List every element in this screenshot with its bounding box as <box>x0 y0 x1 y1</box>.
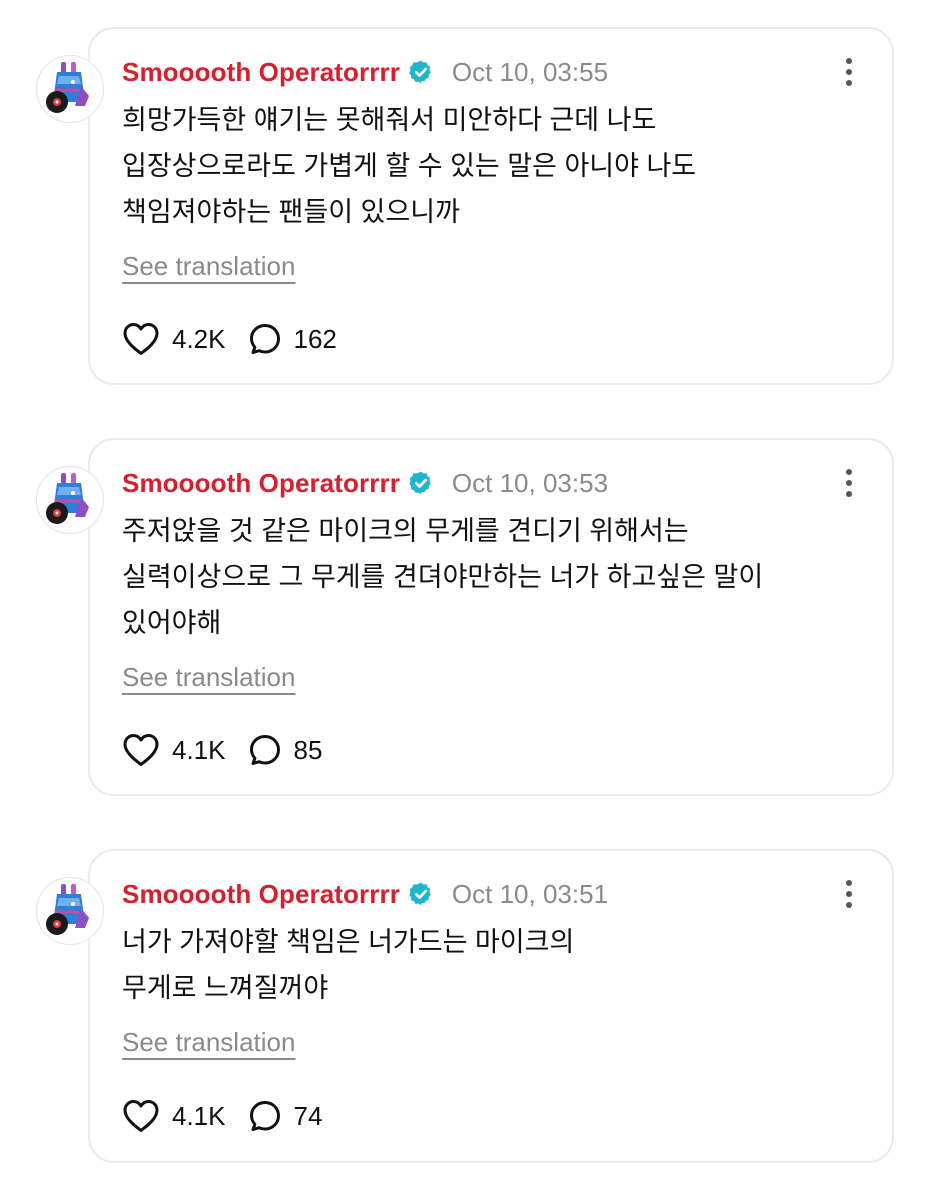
see-translation-link[interactable]: See translation <box>122 1027 295 1058</box>
verified-badge-icon <box>408 470 434 496</box>
reply-count: 74 <box>293 1100 323 1131</box>
more-options-icon[interactable] <box>842 879 856 909</box>
post-text-line: 너가 가져야할 책임은 너가드는 마이크의 <box>122 927 575 957</box>
post-text-line: 책임져야하는 팬들이 있으니까 <box>122 197 460 227</box>
heart-icon <box>123 1100 159 1132</box>
post: Smooooth Operatorrrr Oct 10, 03:53 주저앉을 … <box>0 438 931 796</box>
more-options-icon[interactable] <box>842 57 856 87</box>
like-button[interactable]: 4.1K <box>122 1098 226 1134</box>
reply-bubble-icon <box>249 1101 280 1131</box>
post-actions: 4.1K 85 <box>122 730 344 770</box>
timestamp: Oct 10, 03:51 <box>451 878 609 909</box>
like-count: 4.1K <box>172 734 226 765</box>
post-actions: 4.1K 74 <box>122 1096 344 1136</box>
post-text-line: 주저앉을 것 같은 마이크의 무게를 견디기 위해서는 <box>122 516 689 546</box>
post-actions: 4.2K 162 <box>122 319 359 359</box>
like-button[interactable]: 4.2K <box>122 321 226 357</box>
post-header: Smooooth Operatorrrr Oct 10, 03:55 <box>122 55 608 89</box>
post-text: 주저앉을 것 같은 마이크의 무게를 견디기 위해서는 실력이상으로 그 무게를… <box>122 508 862 646</box>
reply-count: 162 <box>293 323 337 354</box>
post-card[interactable]: Smooooth Operatorrrr Oct 10, 03:51 너가 가져… <box>88 849 894 1163</box>
like-count: 4.1K <box>172 1100 226 1131</box>
reply-bubble-icon <box>249 735 280 765</box>
username[interactable]: Smooooth Operatorrrr <box>122 57 400 88</box>
timestamp: Oct 10, 03:53 <box>451 467 609 498</box>
username[interactable]: Smooooth Operatorrrr <box>122 468 400 499</box>
reply-button[interactable]: 85 <box>248 733 323 767</box>
post: Smooooth Operatorrrr Oct 10, 03:51 너가 가져… <box>0 849 931 1163</box>
avatar[interactable] <box>36 55 104 123</box>
see-translation-link[interactable]: See translation <box>122 251 295 282</box>
like-button[interactable]: 4.1K <box>122 732 226 768</box>
avatar[interactable] <box>36 877 104 945</box>
post-text-line: 실력이상으로 그 무게를 견뎌야만하는 너가 하고싶은 말이 <box>122 562 764 592</box>
reply-button[interactable]: 162 <box>248 322 337 356</box>
reply-bubble-icon <box>249 324 280 354</box>
post-text-line: 희망가득한 얘기는 못해줘서 미안하다 근데 나도 <box>122 105 657 135</box>
avatar[interactable] <box>36 466 104 534</box>
post-text-line: 있어야해 <box>122 608 222 638</box>
post-text-line: 입장상으로라도 가볍게 할 수 있는 말은 아니야 나도 <box>122 151 697 181</box>
more-options-icon[interactable] <box>842 468 856 498</box>
heart-icon <box>123 323 159 355</box>
post-text: 희망가득한 얘기는 못해줘서 미안하다 근데 나도 입장상으로라도 가볍게 할 … <box>122 97 862 235</box>
reply-count: 85 <box>293 734 323 765</box>
reply-button[interactable]: 74 <box>248 1099 323 1133</box>
see-translation-link[interactable]: See translation <box>122 662 295 693</box>
post-header: Smooooth Operatorrrr Oct 10, 03:51 <box>122 877 608 911</box>
post-header: Smooooth Operatorrrr Oct 10, 03:53 <box>122 466 608 500</box>
timestamp: Oct 10, 03:55 <box>451 56 609 87</box>
username[interactable]: Smooooth Operatorrrr <box>122 879 400 910</box>
verified-badge-icon <box>408 881 434 907</box>
like-count: 4.2K <box>172 323 226 354</box>
post: Smooooth Operatorrrr Oct 10, 03:55 희망가득한… <box>0 27 931 385</box>
post-text: 너가 가져야할 책임은 너가드는 마이크의 무게로 느껴질꺼야 <box>122 919 862 1011</box>
verified-badge-icon <box>408 59 434 85</box>
post-card[interactable]: Smooooth Operatorrrr Oct 10, 03:55 희망가득한… <box>88 27 894 385</box>
post-card[interactable]: Smooooth Operatorrrr Oct 10, 03:53 주저앉을 … <box>88 438 894 796</box>
heart-icon <box>123 734 159 766</box>
post-text-line: 무게로 느껴질꺼야 <box>122 973 329 1003</box>
